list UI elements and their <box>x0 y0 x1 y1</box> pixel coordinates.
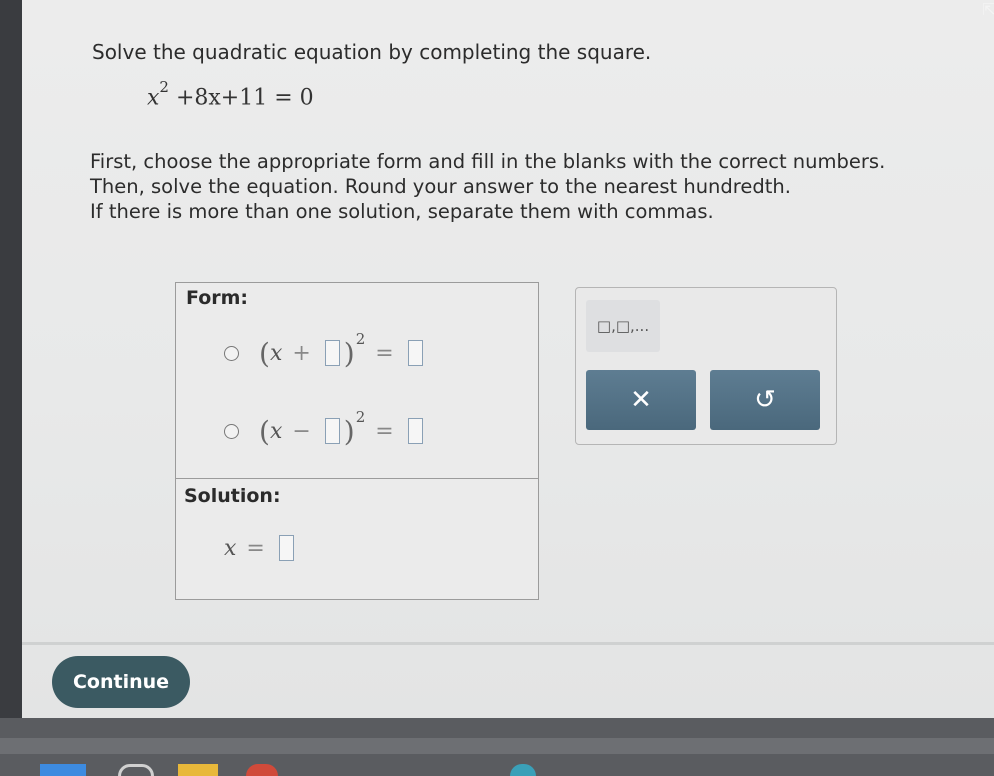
paren-close: ) <box>343 414 355 448</box>
option-variable: x <box>269 418 283 444</box>
undo-icon: ↺ <box>754 385 776 415</box>
taskbar-app-icon[interactable] <box>118 764 154 776</box>
solution-row: x = <box>224 535 298 561</box>
blank-input[interactable] <box>407 418 423 444</box>
continue-button[interactable]: Continue <box>52 656 190 708</box>
solution-label: Solution: <box>184 485 281 507</box>
solution-variable: x <box>224 535 237 561</box>
taskbar-folder-icon[interactable] <box>178 764 218 776</box>
question-panel: Solve the quadratic equation by completi… <box>22 0 994 718</box>
answer-box: Form: ( x + ) 2 = ( x −) 2 = Solution: … <box>175 282 539 600</box>
paren-open: ( <box>259 336 270 370</box>
option-equals: = <box>375 340 394 366</box>
instruction-line: Then, solve the equation. Round your ans… <box>90 175 791 198</box>
equation-rest: +8x+11 = 0 <box>175 85 314 111</box>
blank-input[interactable] <box>324 340 340 366</box>
quadratic-equation: x2 +8x+11 = 0 <box>147 78 314 111</box>
blank-input[interactable] <box>324 418 340 444</box>
equation-variable: x <box>147 85 160 111</box>
taskbar-app-icon[interactable] <box>246 764 278 776</box>
cursor-icon: ⇱ <box>982 0 994 19</box>
multiple-answer-button[interactable]: □,□,... <box>586 300 660 352</box>
close-icon: ✕ <box>630 385 652 415</box>
form-option-plus[interactable]: ( x + ) 2 = <box>224 330 427 371</box>
form-option-minus[interactable]: ( x − ) 2 = <box>224 408 427 449</box>
undo-button[interactable]: ↺ <box>710 370 820 430</box>
math-tool-panel: □,□,... ✕ ↺ <box>575 287 837 445</box>
question-prompt: Solve the quadratic equation by completi… <box>92 40 652 64</box>
footer-divider <box>22 642 994 645</box>
option-exponent: 2 <box>355 330 366 348</box>
solution-input[interactable] <box>278 535 294 561</box>
radio-button[interactable] <box>224 423 239 439</box>
clear-button[interactable]: ✕ <box>586 370 696 430</box>
paren-close: ) <box>343 336 355 370</box>
paren-open: ( <box>259 414 270 448</box>
form-label: Form: <box>186 287 249 309</box>
screen: Solve the quadratic equation by completi… <box>0 0 994 776</box>
equation-exponent: 2 <box>159 78 169 96</box>
form-section: Form: ( x + ) 2 = ( x −) 2 = <box>176 283 538 479</box>
instruction-line: First, choose the appropriate form and f… <box>90 150 886 173</box>
radio-button[interactable] <box>224 345 239 361</box>
option-operator: − <box>292 418 311 444</box>
taskbar-app-icon[interactable] <box>40 764 86 776</box>
taskbar-strip <box>0 738 994 754</box>
option-operator: + <box>292 340 311 366</box>
instruction-line: If there is more than one solution, sepa… <box>90 200 714 223</box>
solution-equals: = <box>246 535 265 561</box>
blank-input[interactable] <box>407 340 423 366</box>
option-exponent: 2 <box>355 408 366 426</box>
option-equals: = <box>375 418 394 444</box>
option-variable: x <box>269 340 283 366</box>
